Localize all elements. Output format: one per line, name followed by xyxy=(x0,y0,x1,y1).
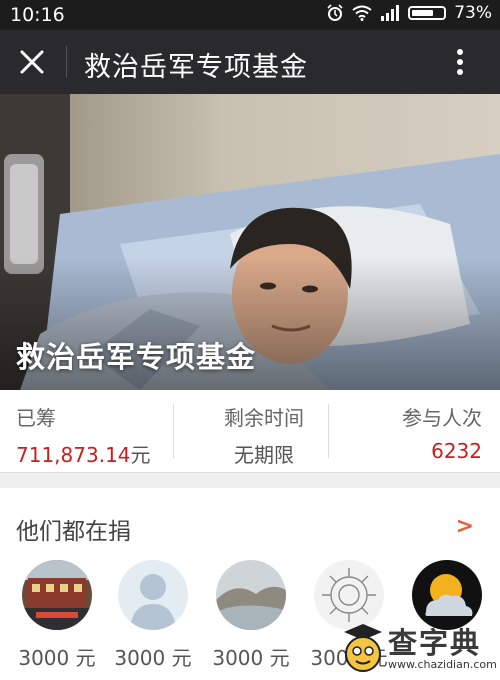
page-title: 救治岳军专项基金 xyxy=(84,52,308,83)
wifi-icon xyxy=(352,5,372,21)
stats-panel: 已筹 711,873.14元 剩余时间 无期限 参与人次 6232 xyxy=(0,390,500,473)
building-photo-icon xyxy=(22,560,92,630)
avatar xyxy=(118,560,188,630)
stat-participants-value: 6232 xyxy=(431,439,482,463)
watermark: 查字典 www.chazidian.com xyxy=(340,618,500,680)
donors-more-link[interactable]: > xyxy=(456,514,474,539)
landscape-photo-icon xyxy=(216,560,286,630)
avatar xyxy=(22,560,92,630)
donor-amount: 3000 元 xyxy=(212,646,290,670)
signal-icon xyxy=(381,5,400,21)
status-icons: 73% xyxy=(326,3,492,23)
stat-divider xyxy=(328,404,329,458)
watermark-text: 查字典 xyxy=(388,626,482,660)
avatar xyxy=(216,560,286,630)
mascot-logo-icon xyxy=(344,624,382,672)
donor-item[interactable]: 3000 元 xyxy=(108,560,198,671)
stat-remaining: 剩余时间 无期限 xyxy=(204,402,324,468)
alarm-icon xyxy=(327,4,343,21)
raised-amount: 711,873.14 xyxy=(16,443,131,467)
stat-raised-value: 711,873.14元 xyxy=(16,439,151,468)
stat-divider xyxy=(173,404,174,458)
close-icon xyxy=(20,50,44,74)
stat-raised: 已筹 711,873.14元 xyxy=(16,402,151,468)
status-time: 10:16 xyxy=(10,4,65,26)
hero-image: 救治岳军专项基金 xyxy=(0,94,500,390)
battery-percent: 73% xyxy=(454,3,492,23)
more-vertical-icon xyxy=(457,49,463,75)
stat-remaining-value: 无期限 xyxy=(234,443,294,467)
battery-icon xyxy=(408,6,447,20)
stat-raised-label: 已筹 xyxy=(16,406,56,430)
nav-divider xyxy=(66,46,67,78)
stat-participants: 参与人次 6232 xyxy=(402,402,482,463)
default-person-icon xyxy=(118,560,188,630)
watermark-url: www.chazidian.com xyxy=(388,658,497,671)
donor-amount: 3000 元 xyxy=(18,646,96,670)
more-button[interactable] xyxy=(442,44,478,80)
stat-participants-label: 参与人次 xyxy=(402,406,482,430)
raised-unit: 元 xyxy=(130,443,151,467)
donor-item[interactable]: 3000 元 xyxy=(12,560,102,671)
hero-title: 救治岳军专项基金 xyxy=(16,340,257,374)
donor-item[interactable]: 3000 元 xyxy=(206,560,296,671)
donor-amount: 3000 元 xyxy=(114,646,192,670)
nav-bar: 救治岳军专项基金 xyxy=(0,30,500,94)
stat-remaining-label: 剩余时间 xyxy=(224,406,304,430)
donors-title: 他们都在捐 xyxy=(16,519,131,545)
status-bar: 10:16 73% xyxy=(0,0,500,30)
close-button[interactable] xyxy=(14,44,50,80)
